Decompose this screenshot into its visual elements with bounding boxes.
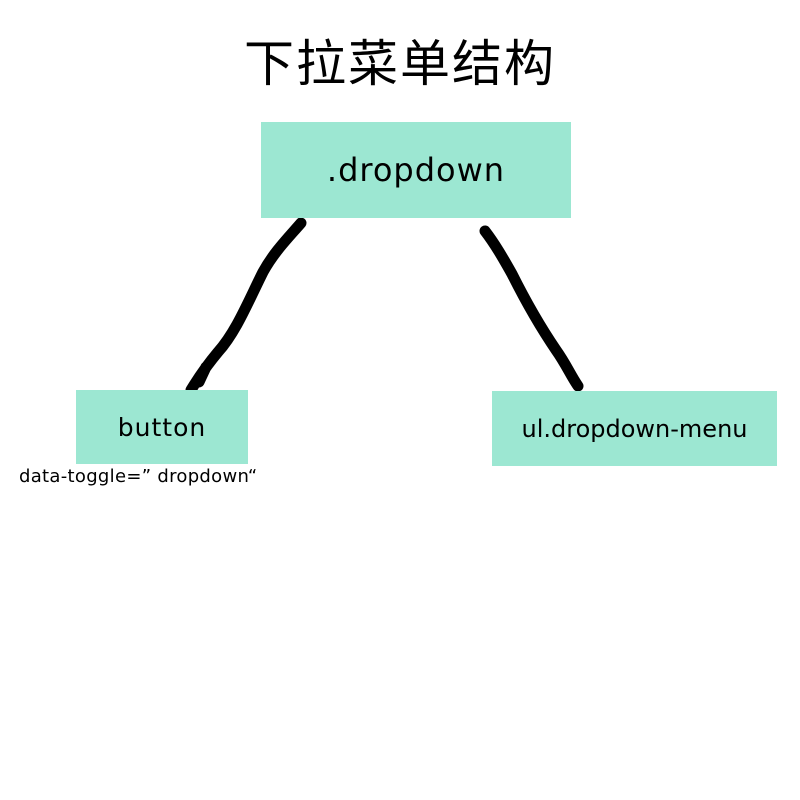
edge-root-to-menu	[479, 225, 584, 392]
node-dropdown: .dropdown	[261, 122, 571, 218]
node-dropdown-menu-label: ul.dropdown-menu	[521, 414, 748, 443]
diagram-title: 下拉菜单结构	[244, 35, 556, 93]
node-dropdown-label: .dropdown	[326, 151, 506, 189]
node-button: button	[76, 390, 248, 464]
node-dropdown-menu: ul.dropdown-menu	[492, 391, 777, 466]
node-button-caption: data-toggle=” dropdown“	[19, 466, 258, 487]
edge-root-to-button	[185, 217, 307, 396]
node-button-label: button	[117, 412, 207, 442]
